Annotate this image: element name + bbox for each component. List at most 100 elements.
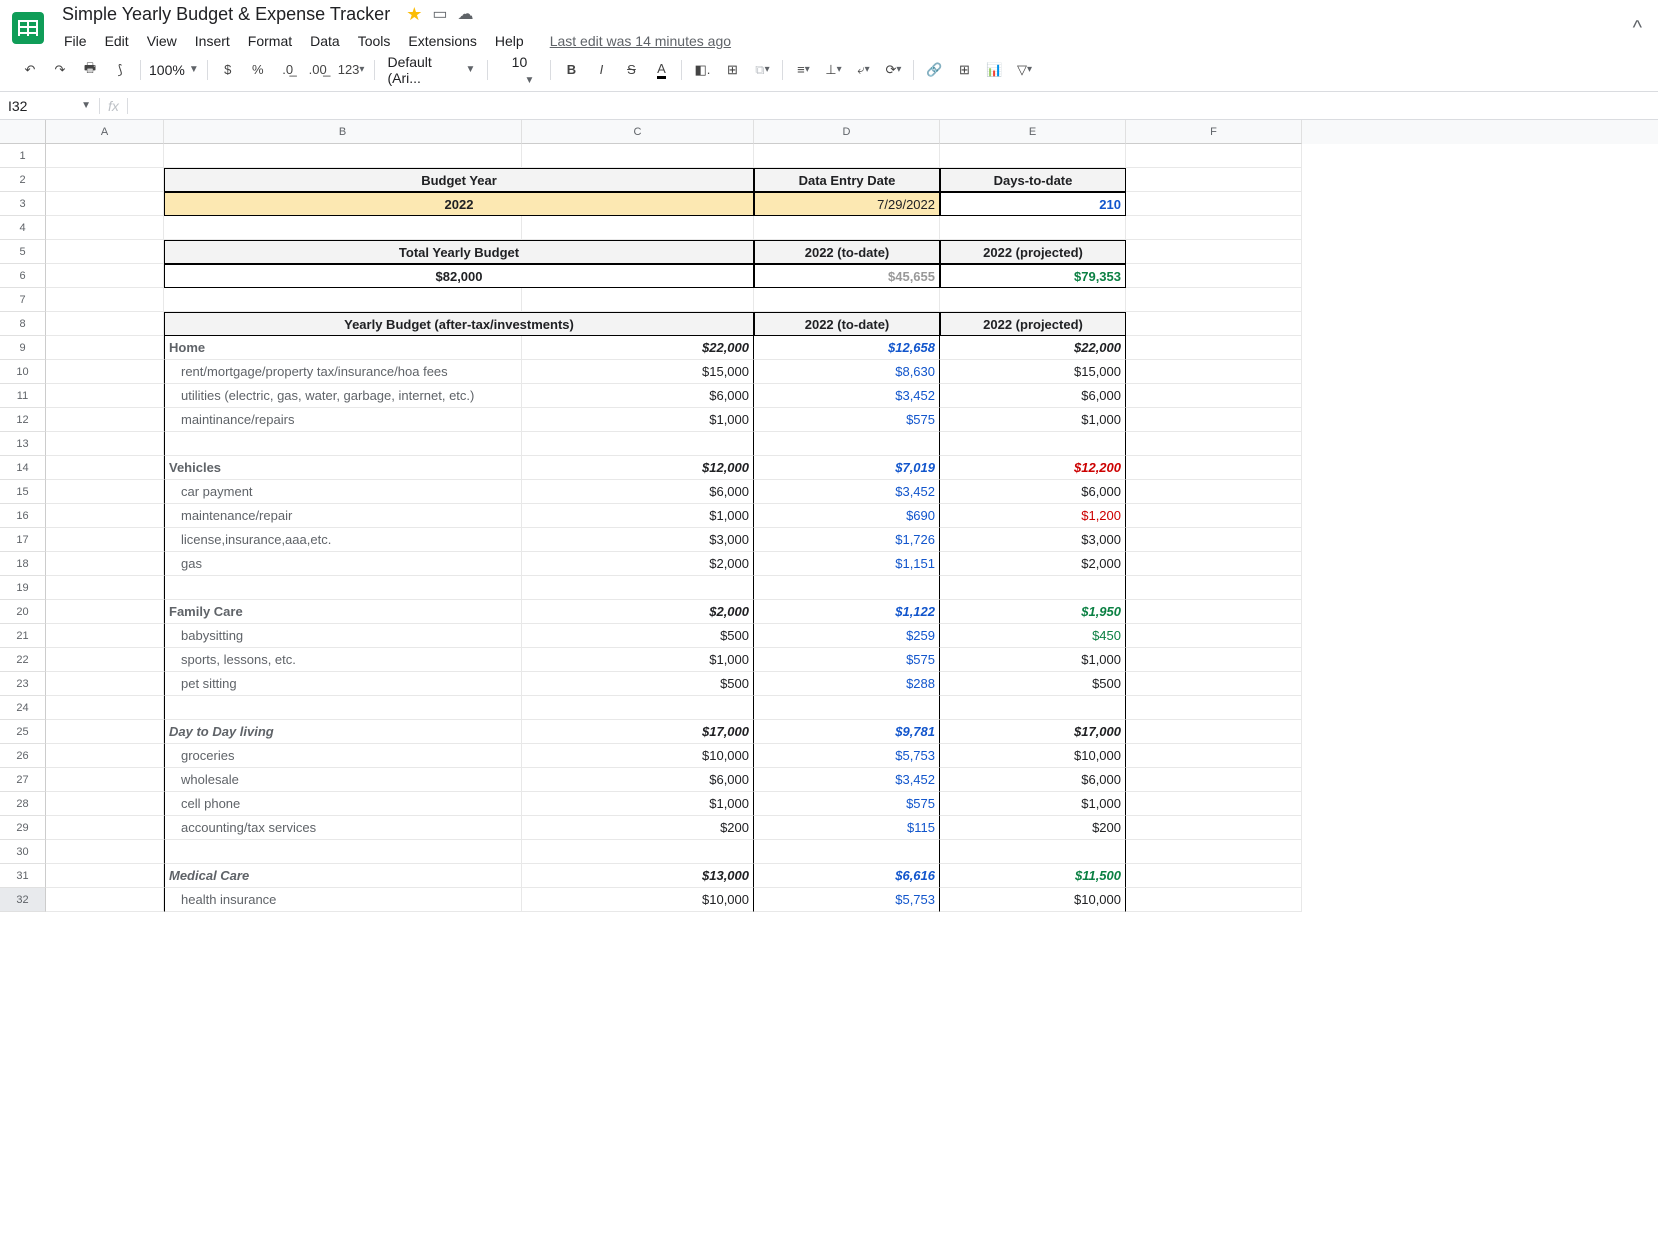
cell[interactable]: $10,000	[940, 888, 1126, 912]
cell[interactable]: car payment	[164, 480, 522, 504]
cell[interactable]: $200	[940, 816, 1126, 840]
cell[interactable]: $1,726	[754, 528, 940, 552]
cell[interactable]: Days-to-date	[940, 168, 1126, 192]
cell[interactable]: $1,000	[522, 408, 754, 432]
row-header[interactable]: 7	[0, 288, 46, 312]
cell[interactable]: $15,000	[940, 360, 1126, 384]
print-button[interactable]: 🖶	[76, 56, 104, 84]
insert-chart-button[interactable]: 📊	[980, 56, 1008, 84]
col-header[interactable]: A	[46, 120, 164, 144]
cell[interactable]: license,insurance,aaa,etc.	[164, 528, 522, 552]
paint-format-button[interactable]: ⟆	[106, 56, 134, 84]
last-edit-link[interactable]: Last edit was 14 minutes ago	[542, 29, 739, 53]
cell[interactable]: pet sitting	[164, 672, 522, 696]
row-header[interactable]: 18	[0, 552, 46, 576]
menu-view[interactable]: View	[139, 29, 185, 53]
row-header[interactable]: 29	[0, 816, 46, 840]
text-wrap-button[interactable]: ⤶▾	[849, 56, 877, 84]
cell[interactable]: Data Entry Date	[754, 168, 940, 192]
row-header[interactable]: 5	[0, 240, 46, 264]
cell[interactable]: 210	[940, 192, 1126, 216]
cell[interactable]: $5,753	[754, 888, 940, 912]
row-header[interactable]: 27	[0, 768, 46, 792]
cell[interactable]: $1,000	[522, 504, 754, 528]
row-header[interactable]: 17	[0, 528, 46, 552]
cell[interactable]: $12,000	[522, 456, 754, 480]
menu-data[interactable]: Data	[302, 29, 348, 53]
format-percent-button[interactable]: %	[244, 56, 272, 84]
name-box[interactable]: I32▼	[0, 98, 100, 114]
cell[interactable]: gas	[164, 552, 522, 576]
cell[interactable]: $7,019	[754, 456, 940, 480]
row-header[interactable]: 11	[0, 384, 46, 408]
decrease-decimal-button[interactable]: .0̲	[274, 56, 302, 84]
cell[interactable]: $9,781	[754, 720, 940, 744]
cell[interactable]: $3,452	[754, 384, 940, 408]
cell[interactable]: utilities (electric, gas, water, garbage…	[164, 384, 522, 408]
cell[interactable]: $1,000	[940, 792, 1126, 816]
cell[interactable]: $6,616	[754, 864, 940, 888]
vertical-align-button[interactable]: ⊥▾	[819, 56, 847, 84]
cell[interactable]: Yearly Budget (after-tax/investments)	[164, 312, 754, 336]
cell[interactable]: Family Care	[164, 600, 522, 624]
cell[interactable]: $259	[754, 624, 940, 648]
cell[interactable]: wholesale	[164, 768, 522, 792]
filter-button[interactable]: ▽▾	[1010, 56, 1038, 84]
cloud-status-icon[interactable]: ☁	[457, 4, 473, 24]
row-header[interactable]: 19	[0, 576, 46, 600]
cell[interactable]: 2022 (to-date)	[754, 312, 940, 336]
cell[interactable]: $6,000	[522, 480, 754, 504]
cell[interactable]: $1,200	[940, 504, 1126, 528]
col-header[interactable]: E	[940, 120, 1126, 144]
cell[interactable]: $22,000	[940, 336, 1126, 360]
cell[interactable]: $1,151	[754, 552, 940, 576]
format-currency-button[interactable]: $	[214, 56, 242, 84]
cell[interactable]: $1,000	[522, 648, 754, 672]
strikethrough-button[interactable]: S	[617, 56, 645, 84]
cell[interactable]: 2022 (projected)	[940, 312, 1126, 336]
row-header[interactable]: 12	[0, 408, 46, 432]
cell[interactable]: $17,000	[940, 720, 1126, 744]
cell[interactable]: $1,000	[940, 408, 1126, 432]
row-header[interactable]: 26	[0, 744, 46, 768]
merge-cells-button[interactable]: ⧉ ▾	[748, 56, 776, 84]
cell[interactable]: 7/29/2022	[754, 192, 940, 216]
cell[interactable]: 2022	[164, 192, 754, 216]
cell[interactable]: $12,658	[754, 336, 940, 360]
cell[interactable]: $6,000	[522, 768, 754, 792]
row-header[interactable]: 13	[0, 432, 46, 456]
cell[interactable]: $6,000	[940, 384, 1126, 408]
cell[interactable]: $115	[754, 816, 940, 840]
cell[interactable]: $2,000	[940, 552, 1126, 576]
cell[interactable]: $79,353	[940, 264, 1126, 288]
cell[interactable]: $3,452	[754, 480, 940, 504]
cell[interactable]: maintinance/repairs	[164, 408, 522, 432]
cell[interactable]: $500	[522, 672, 754, 696]
row-header[interactable]: 9	[0, 336, 46, 360]
row-header[interactable]: 3	[0, 192, 46, 216]
increase-decimal-button[interactable]: .00̲	[304, 56, 332, 84]
cell[interactable]: $12,200	[940, 456, 1126, 480]
cell[interactable]: $500	[522, 624, 754, 648]
cell[interactable]: $1,950	[940, 600, 1126, 624]
cell[interactable]: rent/mortgage/property tax/insurance/hoa…	[164, 360, 522, 384]
cell[interactable]: $5,753	[754, 744, 940, 768]
borders-button[interactable]: ⊞	[718, 56, 746, 84]
cell[interactable]: $8,630	[754, 360, 940, 384]
horizontal-align-button[interactable]: ≡▾	[789, 56, 817, 84]
cell[interactable]: $450	[940, 624, 1126, 648]
cell[interactable]: $15,000	[522, 360, 754, 384]
row-header[interactable]: 25	[0, 720, 46, 744]
row-header[interactable]: 23	[0, 672, 46, 696]
zoom-select[interactable]: 100%▼	[147, 58, 201, 82]
cell[interactable]: $1,000	[940, 648, 1126, 672]
row-header[interactable]: 6	[0, 264, 46, 288]
cell[interactable]: $10,000	[940, 744, 1126, 768]
cell[interactable]: maintenance/repair	[164, 504, 522, 528]
cell[interactable]: 2022 (projected)	[940, 240, 1126, 264]
col-header[interactable]: D	[754, 120, 940, 144]
cell[interactable]: $22,000	[522, 336, 754, 360]
cell[interactable]: $11,500	[940, 864, 1126, 888]
cell[interactable]: health insurance	[164, 888, 522, 912]
cell[interactable]: $575	[754, 648, 940, 672]
